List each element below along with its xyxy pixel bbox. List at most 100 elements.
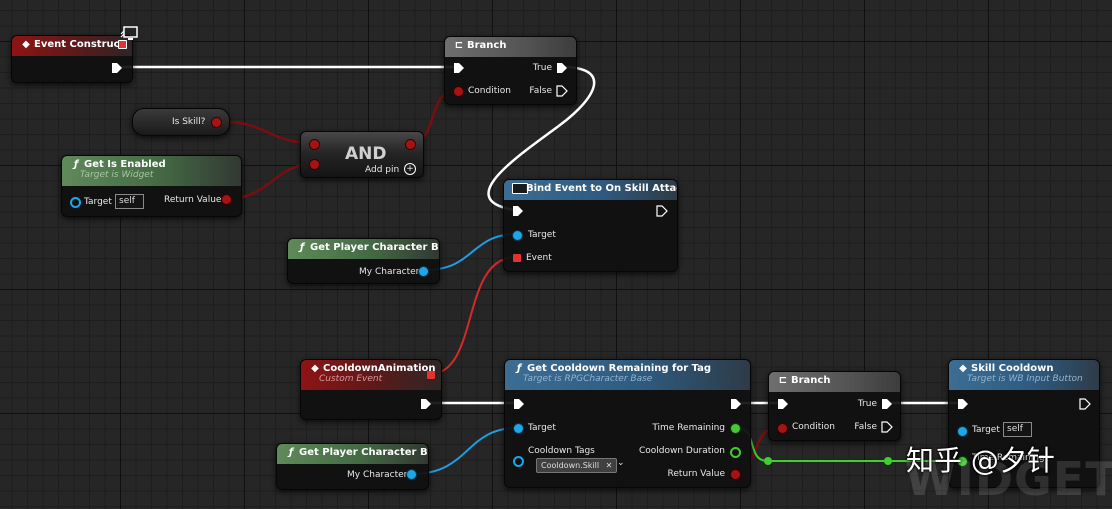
target-pin[interactable]	[513, 231, 522, 240]
cooldown-tags-pin[interactable]	[513, 456, 524, 467]
false-label: False	[529, 86, 552, 96]
add-pin-label: Add pin	[365, 165, 400, 175]
cooldown-duration-pin[interactable]	[730, 447, 741, 458]
exec-pin-icon[interactable]	[730, 398, 742, 410]
tag-chip[interactable]: Cooldown.Skill ✕	[536, 458, 618, 473]
node-header: ⊏ Branch	[445, 37, 576, 57]
branch-node[interactable]: ⊏ Branch True Condition False	[444, 36, 577, 105]
event-pin[interactable]	[513, 254, 521, 262]
get-is-enabled-node[interactable]: ƒ Get Is Enabled Target is Widget Target …	[61, 155, 242, 217]
target-label: Target	[528, 423, 556, 433]
watermark-attribution: 知乎 @夕针	[906, 444, 1055, 477]
target-pin[interactable]	[958, 427, 967, 436]
function-icon: ƒ	[288, 447, 294, 458]
target-self-field[interactable]: self	[115, 194, 144, 209]
node-header: ƒ Get Player Character BP	[288, 239, 439, 259]
exec-pin-icon[interactable]	[881, 398, 893, 410]
exec-pin-icon[interactable]	[556, 85, 568, 97]
node-subtitle: Target is RPGCharacter Base	[523, 374, 653, 384]
time-remaining-pin[interactable]	[731, 424, 740, 433]
node-header: ƒ Get Player Character BP	[277, 444, 428, 464]
exec-pin-icon[interactable]	[556, 62, 568, 74]
return-value-pin[interactable]	[731, 470, 740, 479]
node-header: ƒ Get Is Enabled Target is Widget	[62, 156, 241, 186]
return-value-pin[interactable]	[222, 195, 231, 204]
exec-pin-icon[interactable]	[111, 62, 123, 74]
node-subtitle: Target is Widget	[80, 170, 154, 180]
is-skill-variable-node[interactable]: Is Skill?	[132, 108, 230, 136]
node-header: ◆ Skill Cooldown Target is WB Input Butto…	[949, 360, 1099, 390]
monitor-icon	[120, 26, 138, 40]
and-input-pin-a[interactable]	[310, 140, 319, 149]
node-header: ƒ Get Cooldown Remaining for Tag Target i…	[505, 360, 750, 390]
node-subtitle: Target is WB Input Button	[967, 374, 1083, 384]
node-header: ◆ Event Construct	[12, 36, 132, 56]
get-player-character-node[interactable]: ƒ Get Player Character BP My Character	[276, 443, 429, 490]
get-player-character-node[interactable]: ƒ Get Player Character BP My Character	[287, 238, 440, 284]
exec-pin-icon[interactable]	[656, 205, 668, 217]
exec-pin-icon[interactable]	[512, 205, 524, 217]
add-pin-icon[interactable]: +	[404, 163, 416, 175]
condition-pin[interactable]	[454, 87, 463, 96]
wire-knot	[884, 457, 892, 465]
tag-value: Cooldown.Skill	[541, 461, 600, 470]
node-title: Bind Event to On Skill Attack	[526, 183, 677, 194]
bind-icon	[512, 180, 528, 197]
node-title: Event Construct	[34, 39, 125, 50]
cooldown-animation-node[interactable]: ◆ CooldownAnimation Custom Event	[300, 359, 442, 420]
target-label: Target	[84, 197, 112, 207]
condition-label: Condition	[792, 422, 835, 432]
exec-pin-icon[interactable]	[1079, 398, 1091, 410]
condition-label: Condition	[468, 86, 511, 96]
return-value-label: Return Value	[164, 195, 222, 205]
chevron-down-icon[interactable]: ⌄	[617, 458, 625, 468]
node-header: ◆ CooldownAnimation Custom Event	[301, 360, 441, 390]
character-output-pin[interactable]	[407, 470, 416, 479]
cooldown-tags-label: Cooldown Tags	[528, 446, 595, 456]
event-label: Event	[526, 253, 552, 263]
return-value-label: Return Value	[667, 469, 725, 479]
exec-pin-icon[interactable]	[881, 421, 893, 433]
node-header: ⊏ Branch	[769, 372, 900, 392]
node-title: Branch	[467, 40, 507, 51]
time-remaining-label: Time Remaining	[652, 423, 725, 433]
and-input-pin-b[interactable]	[310, 160, 319, 169]
function-icon: ƒ	[299, 242, 305, 253]
target-label: Target	[972, 425, 1000, 435]
true-label: True	[857, 399, 877, 409]
output-label: My Character	[359, 267, 420, 277]
true-label: True	[532, 63, 552, 73]
node-header: Bind Event to On Skill Attack	[504, 180, 677, 200]
bool-output-pin[interactable]	[212, 118, 221, 127]
branch-icon: ⊏	[778, 375, 788, 386]
target-self-field[interactable]: self	[1003, 422, 1032, 437]
event-construct-node[interactable]: ◆ Event Construct	[11, 35, 133, 83]
condition-pin[interactable]	[778, 424, 787, 433]
output-label: My Character	[347, 470, 408, 480]
node-subtitle: Custom Event	[319, 374, 383, 384]
false-label: False	[854, 422, 877, 432]
close-icon[interactable]: ✕	[606, 461, 613, 470]
bind-event-node[interactable]: Bind Event to On Skill Attack Target Eve…	[503, 179, 678, 272]
variable-label: Is Skill?	[172, 117, 206, 127]
node-title: Branch	[791, 375, 831, 386]
exec-pin-icon[interactable]	[957, 398, 969, 410]
character-output-pin[interactable]	[419, 267, 428, 276]
and-node[interactable]: AND Add pin +	[300, 131, 424, 178]
exec-pin-icon[interactable]	[513, 398, 525, 410]
delegate-output-pin[interactable]	[427, 371, 435, 379]
node-title: Get Player Character BP	[310, 242, 439, 253]
delegate-wire	[429, 256, 517, 375]
diamond-event-icon: ◆	[22, 39, 30, 50]
target-pin[interactable]	[70, 197, 81, 208]
exec-pin-icon[interactable]	[420, 398, 432, 410]
exec-pin-icon[interactable]	[453, 62, 465, 74]
wire-knot	[764, 457, 772, 465]
and-output-pin[interactable]	[406, 140, 415, 149]
node-title: AND	[345, 144, 387, 164]
exec-pin-icon[interactable]	[777, 398, 789, 410]
target-pin[interactable]	[514, 424, 523, 433]
branch-icon: ⊏	[454, 40, 464, 51]
branch-node[interactable]: ⊏ Branch True Condition False	[768, 371, 901, 441]
get-cooldown-remaining-node[interactable]: ƒ Get Cooldown Remaining for Tag Target i…	[504, 359, 751, 488]
